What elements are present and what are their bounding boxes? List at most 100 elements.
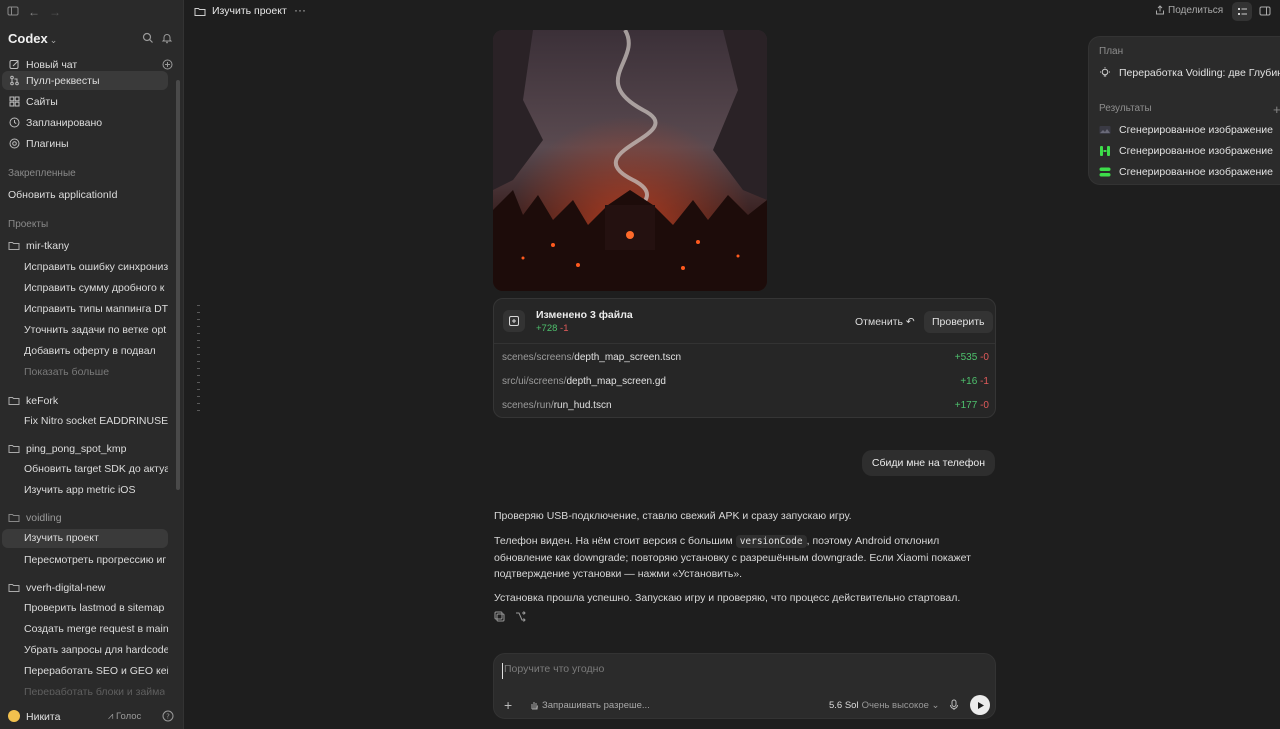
right-sidebar-toggle-icon[interactable] (1259, 5, 1273, 19)
plan-item[interactable]: Переработка Voidling: две Глубины (1099, 66, 1280, 82)
changed-file-row[interactable]: src/ui/screens/depth_map_screen.gd +16 -… (502, 373, 989, 391)
more-options-button[interactable]: ··· (294, 3, 306, 17)
changes-stats: +728 -1 (536, 323, 569, 334)
changed-file-row[interactable]: scenes/screens/depth_map_screen.tscn +53… (502, 349, 989, 367)
copy-icon[interactable] (494, 611, 506, 623)
thread-item-active[interactable]: Изучить проект (2, 529, 168, 548)
thread-item[interactable]: Добавить оферту в подвал (2, 342, 168, 361)
inline-code: versionCode (735, 535, 807, 548)
add-result-icon[interactable]: + (1273, 102, 1280, 117)
thread-item[interactable]: Проверить lastmod в sitemap (2, 599, 168, 618)
send-button[interactable] (970, 695, 990, 715)
text-span: Телефон виден. На нём стоит версия с бол… (494, 535, 736, 547)
thread-item[interactable]: Пересмотреть прогрессию иг (2, 551, 168, 570)
thread-item[interactable]: Fix Nitro socket EADDRINUSE (2, 412, 168, 431)
nav-sites[interactable]: Сайты (2, 92, 168, 111)
projects-header: Проекты (8, 219, 49, 230)
microphone-icon[interactable] (949, 699, 961, 711)
file-path: scenes/run/run_hud.tscn (502, 400, 612, 411)
model-selector[interactable]: 5.6 Sol Очень высокое ⌄ (829, 700, 940, 711)
thread-title: Переработать блоки и займа (24, 686, 166, 695)
file-diff-icon (503, 310, 525, 332)
thread-item[interactable]: Изучить app metric iOS (2, 481, 168, 500)
project-name: vverh-digital-new (26, 581, 106, 594)
project-voidling[interactable]: voidling (2, 508, 168, 527)
result-item[interactable]: Сгенерированное изображение (1099, 165, 1280, 181)
file-dir: src/ui/screens/ (502, 376, 567, 387)
nav-plugins[interactable]: Плагины (2, 134, 168, 153)
folder-icon (194, 6, 206, 18)
file-name: run_hud.tscn (553, 400, 612, 411)
thread-title: Исправить типы маппинга DT (24, 303, 168, 315)
thread-title: Убрать запросы для hardcode (24, 644, 168, 656)
composer: Поручите что угодно + Запрашивать разреш… (493, 653, 996, 719)
project-mir-tkany[interactable]: mir-tkany (2, 236, 168, 255)
sidebar-scrollbar[interactable] (176, 80, 180, 490)
review-button[interactable]: Проверить (924, 311, 993, 333)
help-icon[interactable]: ? (162, 710, 174, 722)
permissions-dropdown[interactable]: Запрашивать разреше... (529, 700, 650, 711)
thread-item[interactable]: Исправить сумму дробного к (2, 279, 168, 298)
result-title: Сгенерированное изображение (1119, 124, 1273, 136)
file-path: src/ui/screens/depth_map_screen.gd (502, 376, 666, 387)
timeline-rail[interactable] (197, 305, 200, 420)
back-arrow-icon[interactable]: ← (27, 5, 41, 19)
thread-item[interactable]: Переработать блоки и займа (2, 683, 168, 695)
project-vverh-digital-new[interactable]: vverh-digital-new (2, 578, 168, 597)
plan-header: План (1099, 46, 1124, 57)
prompt-input[interactable]: Поручите что угодно (502, 663, 982, 679)
sidebar-toggle-icon[interactable] (6, 5, 20, 19)
file-dir: scenes/run/ (502, 400, 554, 411)
fork-icon[interactable] (515, 611, 527, 623)
permissions-label: Запрашивать разреше... (542, 700, 650, 711)
attach-plus-icon[interactable]: + (504, 698, 516, 712)
project-kefork[interactable]: keFork (2, 391, 168, 410)
chevron-down-icon: ⌄ (931, 700, 940, 711)
voice-button[interactable]: ⩘ Голос (108, 711, 141, 722)
project-name: mir-tkany (26, 239, 70, 252)
lines-added: +728 (536, 323, 558, 334)
thread-title: Исправить ошибку синхрониз (24, 261, 168, 273)
thread-item[interactable]: Убрать запросы для hardcode (2, 641, 168, 660)
thread-item[interactable]: Уточнить задачи по ветке opt (2, 321, 168, 340)
model-name: 5.6 Sol (829, 700, 859, 711)
share-icon (1156, 5, 1164, 15)
grid-icon (8, 96, 20, 108)
thread-item[interactable]: Исправить ошибку синхрониз (2, 258, 168, 277)
undo-label: Отменить (855, 316, 903, 328)
show-more-link[interactable]: Показать больше (2, 363, 168, 382)
generated-image[interactable] (493, 30, 767, 291)
assistant-paragraph: Проверяю USB-подключение, ставлю свежий … (494, 510, 852, 522)
thread-item[interactable]: Исправить типы маппинга DT (2, 300, 168, 319)
file-added: +177 (954, 400, 978, 411)
undo-button[interactable]: Отменить ↶ (855, 316, 915, 328)
file-name: depth_map_screen.gd (566, 376, 666, 387)
project-ping-pong-spot-kmp[interactable]: ping_pong_spot_kmp (2, 439, 168, 458)
thread-item[interactable]: Обновить target SDK до актуа (2, 460, 168, 479)
nav-pull-requests[interactable]: Пулл-реквесты (2, 71, 168, 90)
share-button[interactable]: Поделиться (1155, 5, 1223, 16)
thread-title: Изучить app metric iOS (24, 484, 136, 496)
user-name[interactable]: Никита (26, 711, 60, 723)
pinned-item[interactable]: Обновить applicationId (8, 189, 117, 201)
search-icon[interactable] (142, 32, 156, 46)
nav-scheduled[interactable]: Запланировано (2, 113, 168, 132)
avatar[interactable] (8, 710, 20, 722)
workspace-switcher[interactable]: Codex ⌄ (8, 31, 57, 46)
result-item[interactable]: Сгенерированное изображение (1099, 144, 1280, 160)
thread-item[interactable]: Переработать SEO и GEO кей (2, 662, 168, 681)
image-thumbnail-icon (1099, 124, 1111, 136)
file-diff-stats: +535 -0 (955, 352, 989, 363)
clock-icon (8, 117, 20, 129)
plan-panel-toggle-icon[interactable] (1232, 2, 1252, 21)
assistant-paragraph: Установка прошла успешно. Запускаю игру … (494, 592, 961, 604)
thread-title: Обновить target SDK до актуа (24, 463, 168, 475)
forward-arrow-icon[interactable]: → (48, 5, 62, 19)
green-bars-icon (1099, 145, 1111, 157)
changed-file-row[interactable]: scenes/run/run_hud.tscn +177 -0 (502, 397, 989, 415)
result-item[interactable]: Сгенерированное изображение (1099, 123, 1280, 139)
thread-item[interactable]: Создать merge request в main (2, 620, 168, 639)
bell-icon[interactable] (161, 32, 175, 46)
changes-card: Изменено 3 файла +728 -1 Отменить ↶ Пров… (493, 298, 996, 418)
lines-removed: -1 (560, 323, 569, 334)
